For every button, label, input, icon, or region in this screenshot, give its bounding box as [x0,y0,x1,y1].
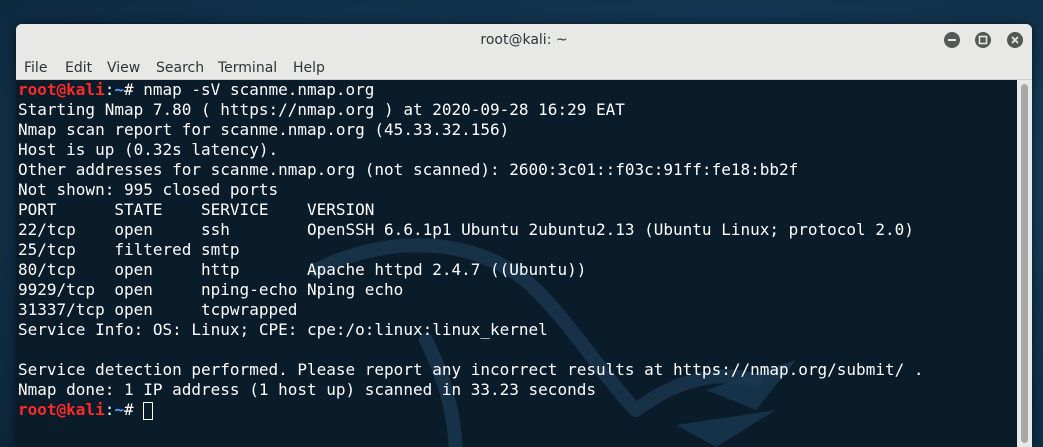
prompt-user: root@kali [18,80,105,99]
prompt-colon: : [104,400,115,419]
command-text: nmap -sV scanme.nmap.org [143,80,375,99]
output-line: Other addresses for scanme.nmap.org (not… [18,160,799,179]
minimize-icon [948,39,956,41]
vertical-scrollbar[interactable] [1017,80,1032,447]
menu-file[interactable]: File [24,57,47,79]
output-line: Host is up (0.32s latency). [18,140,279,159]
prompt-user: root@kali [18,400,105,419]
output-line: 25/tcp filtered smtp [18,240,240,259]
output-line: Nmap done: 1 IP address (1 host up) scan… [18,380,596,399]
output-line: 31337/tcp open tcpwrapped [18,300,298,319]
maximize-button[interactable] [975,32,991,48]
output-line: Service Info: OS: Linux; CPE: cpe:/o:lin… [18,320,548,339]
minimize-button[interactable] [944,32,960,48]
title-bar[interactable]: root@kali: ~ [16,24,1032,57]
prompt-path: ~ [114,400,124,419]
output-line: Service detection performed. Please repo… [18,360,924,379]
window-title: root@kali: ~ [480,32,568,48]
terminal-area[interactable]: root@kali:~# nmap -sV scanme.nmap.org St… [16,80,1017,447]
menu-search[interactable]: Search [156,57,204,79]
output-line: 9929/tcp open nping-echo Nping echo [18,280,404,299]
prompt-colon: : [104,80,115,99]
terminal-output: root@kali:~# nmap -sV scanme.nmap.org St… [18,80,923,420]
terminal-window: root@kali: ~ File Edit View Search Termi… [16,24,1032,447]
output-line: Starting Nmap 7.80 ( https://nmap.org ) … [18,100,625,119]
menu-terminal[interactable]: Terminal [218,57,277,79]
scrollbar-thumb[interactable] [1021,84,1028,443]
output-line: PORT STATE SERVICE VERSION [18,200,375,219]
command-line: root@kali:~# nmap -sV scanme.nmap.org [18,80,923,100]
menu-bar: File Edit View Search Terminal Help [16,57,1032,80]
output-line: Nmap scan report for scanme.nmap.org (45… [18,120,510,139]
desktop-background: root@kali: ~ File Edit View Search Termi… [0,0,1043,447]
maximize-icon [978,35,988,45]
menu-view[interactable]: View [107,57,140,79]
output-line: Not shown: 995 closed ports [18,180,279,199]
output-line: 80/tcp open http Apache httpd 2.4.7 ((Ub… [18,260,587,279]
menu-edit[interactable]: Edit [65,57,92,79]
close-button[interactable] [1007,32,1023,48]
text-cursor [143,401,154,420]
prompt-path: ~ [114,80,124,99]
prompt-line: root@kali:~# [18,400,923,420]
output-line: 22/tcp open ssh OpenSSH 6.6.1p1 Ubuntu 2… [18,220,914,239]
menu-help[interactable]: Help [293,57,325,79]
close-icon [1011,36,1019,44]
prompt-symbol: # [123,400,144,419]
prompt-symbol: # [123,80,144,99]
